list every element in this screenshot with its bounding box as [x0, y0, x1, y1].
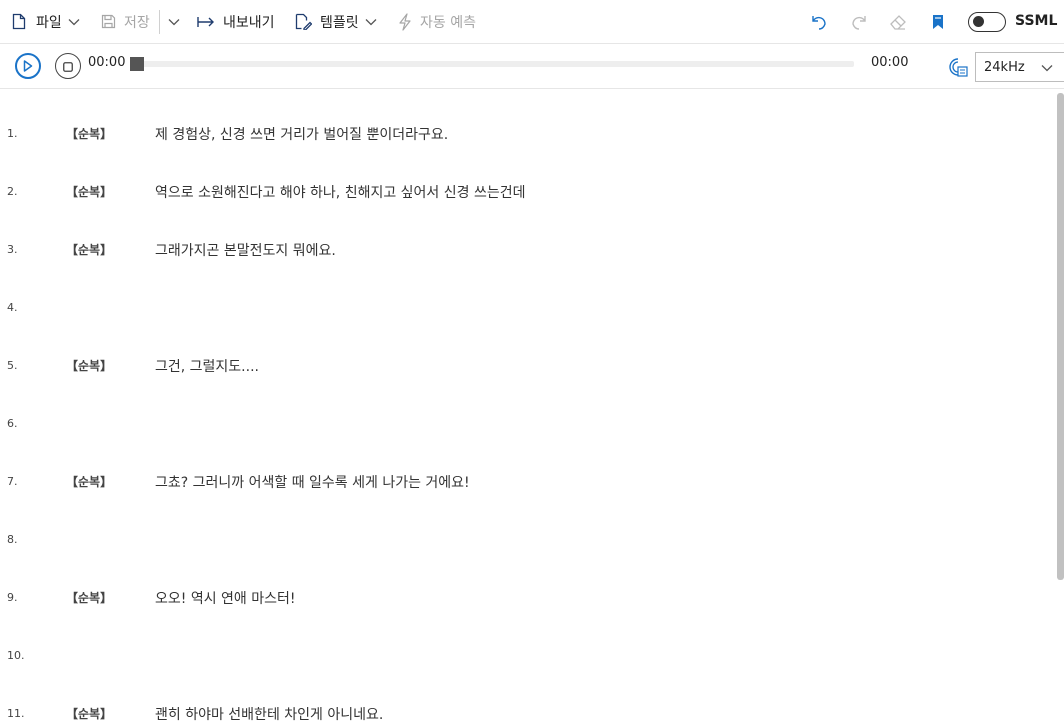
script-row[interactable]: 1. 【순복】 제 경험상, 신경 쓰면 거리가 벌어질 뿐이더라구요. [0, 89, 1056, 147]
speaker-label[interactable]: 【순복】 [66, 241, 112, 258]
bookmark-icon [931, 14, 945, 30]
seek-thumb[interactable] [130, 57, 144, 71]
script-row[interactable]: 10. [0, 611, 1056, 669]
row-number: 6. [7, 417, 18, 430]
bookmark-button[interactable] [931, 0, 945, 43]
speaker-label[interactable]: 【순복】 [66, 125, 112, 142]
eraser-button[interactable] [889, 0, 907, 43]
toolbar-divider [159, 10, 160, 34]
template-label: 템플릿 [320, 14, 359, 31]
row-number: 3. [7, 243, 18, 256]
toolbar: 파일 저장 내보내기 템플릿 자동 예측 SSML [0, 0, 1064, 44]
chevron-down-icon [365, 18, 377, 26]
file-menu-label: 파일 [36, 14, 62, 31]
file-icon [12, 13, 26, 30]
speaker-label[interactable]: 【순복】 [66, 589, 112, 606]
script-row[interactable]: 3. 【순복】 그래가지곤 본말전도지 뭐에요. [0, 205, 1056, 263]
chevron-down-icon [168, 18, 180, 26]
audio-player: 00:00 00:00 24kHz [0, 44, 1064, 89]
redo-icon [850, 14, 868, 30]
speed-icon [948, 58, 968, 81]
file-menu[interactable]: 파일 [12, 0, 80, 43]
script-list: 1. 【순복】 제 경험상, 신경 쓰면 거리가 벌어질 뿐이더라구요. 2. … [0, 89, 1056, 723]
export-label: 내보내기 [223, 14, 275, 31]
undo-button[interactable] [810, 0, 828, 43]
current-time: 00:00 [88, 55, 126, 70]
row-number: 10. [7, 649, 25, 662]
line-text[interactable]: 제 경험상, 신경 쓰면 거리가 벌어질 뿐이더라구요. [155, 124, 448, 144]
lightning-icon [398, 12, 412, 31]
speaker-label[interactable]: 【순복】 [66, 705, 112, 722]
sample-rate-value: 24kHz [984, 59, 1025, 75]
line-text[interactable]: 오오! 역시 연애 마스터! [155, 588, 296, 608]
autopredict-button[interactable]: 자동 예측 [398, 0, 476, 43]
script-row[interactable]: 8. [0, 495, 1056, 553]
eraser-icon [889, 14, 907, 30]
play-icon [23, 57, 33, 76]
speed-button[interactable] [948, 57, 968, 81]
script-row[interactable]: 2. 【순복】 역으로 소원해진다고 해야 하나, 친해지고 싶어서 신경 쓰는… [0, 147, 1056, 205]
ssml-label: SSML [1015, 13, 1058, 29]
chevron-down-icon [1041, 61, 1053, 76]
row-number: 8. [7, 533, 18, 546]
template-menu[interactable]: 템플릿 [295, 0, 377, 43]
row-number: 11. [7, 707, 25, 720]
save-icon [101, 14, 116, 29]
row-number: 2. [7, 185, 18, 198]
autopredict-label: 자동 예측 [420, 14, 476, 31]
script-row[interactable]: 9. 【순복】 오오! 역시 연애 마스터! [0, 553, 1056, 611]
row-number: 5. [7, 359, 18, 372]
script-row[interactable]: 5. 【순복】 그건, 그럴지도.... [0, 321, 1056, 379]
sample-rate-select[interactable]: 24kHz [975, 52, 1064, 82]
ssml-toggle[interactable] [968, 12, 1006, 32]
line-text[interactable]: 역으로 소원해진다고 해야 하나, 친해지고 싶어서 신경 쓰는건데 [155, 182, 525, 202]
more-dropdown[interactable] [168, 0, 180, 43]
stop-icon [63, 57, 73, 76]
export-button[interactable]: 내보내기 [197, 0, 275, 43]
play-button[interactable] [15, 53, 41, 79]
seek-bar[interactable] [137, 61, 854, 67]
save-button[interactable]: 저장 [101, 0, 150, 43]
line-text[interactable]: 그쵸? 그러니까 어색할 때 일수록 세게 나가는 거에요! [155, 472, 470, 492]
line-text[interactable]: 괜히 하야마 선배한테 차인게 아니네요. [155, 704, 383, 724]
row-number: 4. [7, 301, 18, 314]
script-row[interactable]: 7. 【순복】 그쵸? 그러니까 어색할 때 일수록 세게 나가는 거에요! [0, 437, 1056, 495]
script-row[interactable]: 11. 【순복】 괜히 하야마 선배한테 차인게 아니네요. [0, 669, 1056, 727]
script-row[interactable]: 6. [0, 379, 1056, 437]
redo-button[interactable] [850, 0, 868, 43]
export-arrow-icon [197, 16, 215, 28]
vertical-scrollbar[interactable] [1057, 93, 1064, 580]
template-edit-icon [295, 13, 312, 30]
speaker-label[interactable]: 【순복】 [66, 183, 112, 200]
script-row[interactable]: 4. [0, 263, 1056, 321]
row-number: 9. [7, 591, 18, 604]
undo-icon [810, 14, 828, 30]
row-number: 1. [7, 127, 18, 140]
total-time: 00:00 [871, 55, 909, 70]
line-text[interactable]: 그래가지곤 본말전도지 뭐에요. [155, 240, 336, 260]
speaker-label[interactable]: 【순복】 [66, 473, 112, 490]
row-number: 7. [7, 475, 18, 488]
chevron-down-icon [68, 18, 80, 26]
stop-button[interactable] [55, 53, 81, 79]
ssml-toggle-knob [973, 16, 984, 27]
speaker-label[interactable]: 【순복】 [66, 357, 112, 374]
save-label: 저장 [124, 14, 150, 31]
line-text[interactable]: 그건, 그럴지도.... [155, 356, 259, 376]
